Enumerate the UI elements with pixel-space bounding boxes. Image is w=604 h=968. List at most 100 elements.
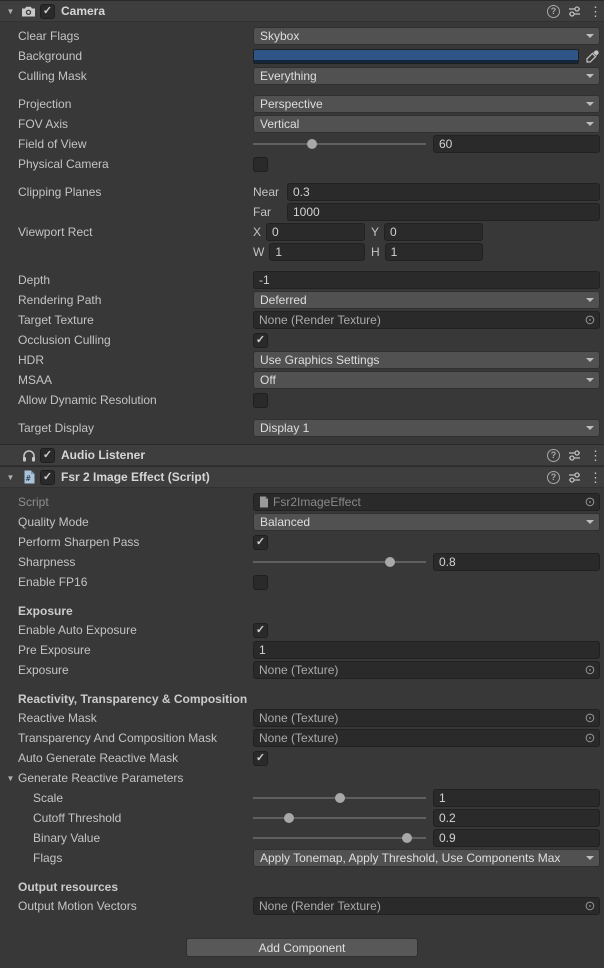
- help-icon[interactable]: ?: [547, 449, 560, 462]
- viewport-w-input[interactable]: [269, 243, 365, 261]
- flags-label: Flags: [0, 851, 253, 865]
- object-picker-icon[interactable]: ⊙: [581, 898, 599, 914]
- add-component-button[interactable]: Add Component: [186, 938, 418, 957]
- foldout-arrow-icon[interactable]: ▼: [4, 774, 17, 783]
- object-picker-icon[interactable]: ⊙: [581, 312, 599, 328]
- foldout-arrow-icon[interactable]: ▼: [4, 473, 17, 482]
- auto-generate-reactive-mask-label: Auto Generate Reactive Mask: [0, 751, 253, 765]
- object-picker-icon[interactable]: ⊙: [581, 662, 599, 678]
- cutoff-threshold-slider[interactable]: [253, 809, 426, 827]
- slider-thumb[interactable]: [385, 557, 395, 567]
- foldout-arrow-icon[interactable]: ▼: [4, 7, 17, 16]
- kebab-menu-icon[interactable]: ⋮: [589, 5, 598, 18]
- viewport-rect-label: Viewport Rect: [0, 225, 253, 239]
- perform-sharpen-pass-checkbox[interactable]: ✓: [253, 535, 268, 550]
- fsr2-enabled-checkbox[interactable]: ✓: [40, 470, 55, 485]
- headphones-icon: [20, 447, 37, 463]
- transparency-mask-field[interactable]: None (Texture) ⊙: [253, 729, 600, 747]
- field-of-view-input[interactable]: [433, 135, 600, 153]
- reactive-mask-field[interactable]: None (Texture) ⊙: [253, 709, 600, 727]
- clipping-far-input[interactable]: [287, 203, 600, 221]
- clipping-near-input[interactable]: [287, 183, 600, 201]
- spacer: [0, 86, 604, 94]
- slider-thumb[interactable]: [284, 813, 294, 823]
- target-texture-field[interactable]: None (Render Texture) ⊙: [253, 311, 600, 329]
- hdr-dropdown[interactable]: Use Graphics Settings: [253, 351, 600, 369]
- h-label: H: [371, 245, 380, 259]
- audio-listener-component-header[interactable]: ✓ Audio Listener ? ⋮: [0, 444, 604, 466]
- eyedropper-icon[interactable]: [584, 50, 600, 63]
- viewport-h-input[interactable]: [385, 243, 483, 261]
- presets-icon[interactable]: [568, 5, 581, 18]
- binary-value-slider[interactable]: [253, 829, 426, 847]
- msaa-label: MSAA: [0, 373, 253, 387]
- binary-value-row: Binary Value: [0, 828, 604, 848]
- camera-enabled-checkbox[interactable]: ✓: [40, 4, 55, 19]
- presets-icon[interactable]: [568, 449, 581, 462]
- sharpness-input[interactable]: [433, 553, 600, 571]
- enable-fp16-checkbox[interactable]: ✓: [253, 575, 268, 590]
- flags-row: Flags Apply Tonemap, Apply Threshold, Us…: [0, 848, 604, 868]
- fov-axis-dropdown[interactable]: Vertical: [253, 115, 600, 133]
- fsr2-title: Fsr 2 Image Effect (Script): [61, 470, 544, 484]
- cutoff-threshold-row: Cutoff Threshold: [0, 808, 604, 828]
- background-color-swatch[interactable]: [253, 49, 579, 64]
- clear-flags-dropdown[interactable]: Skybox: [253, 27, 600, 45]
- viewport-x-input[interactable]: [266, 223, 365, 241]
- clipping-far-row: Far: [0, 202, 604, 222]
- quality-mode-row: Quality Mode Balanced: [0, 512, 604, 532]
- occlusion-culling-checkbox[interactable]: ✓: [253, 333, 268, 348]
- rendering-path-dropdown[interactable]: Deferred: [253, 291, 600, 309]
- scale-slider[interactable]: [253, 789, 426, 807]
- quality-mode-dropdown[interactable]: Balanced: [253, 513, 600, 531]
- field-of-view-slider[interactable]: [253, 135, 426, 153]
- field-of-view-label: Field of View: [0, 137, 253, 151]
- field-of-view-row: Field of View: [0, 134, 604, 154]
- pre-exposure-row: Pre Exposure: [0, 640, 604, 660]
- exposure-label: Exposure: [0, 663, 253, 677]
- auto-generate-reactive-mask-checkbox[interactable]: ✓: [253, 751, 268, 766]
- cutoff-threshold-input[interactable]: [433, 809, 600, 827]
- camera-body: Clear Flags Skybox Background Culling Ma…: [0, 22, 604, 444]
- depth-input[interactable]: [253, 271, 600, 289]
- enable-auto-exposure-checkbox[interactable]: ✓: [253, 623, 268, 638]
- viewport-y-input[interactable]: [384, 223, 483, 241]
- slider-thumb[interactable]: [402, 833, 412, 843]
- help-icon[interactable]: ?: [547, 5, 560, 18]
- fsr2-component-header[interactable]: ▼ # ✓ Fsr 2 Image Effect (Script) ? ⋮: [0, 466, 604, 488]
- presets-icon[interactable]: [568, 471, 581, 484]
- target-display-dropdown[interactable]: Display 1: [253, 419, 600, 437]
- clear-flags-row: Clear Flags Skybox: [0, 26, 604, 46]
- pre-exposure-input[interactable]: [253, 641, 600, 659]
- flags-dropdown[interactable]: Apply Tonemap, Apply Threshold, Use Comp…: [253, 849, 600, 867]
- allow-dynamic-resolution-checkbox[interactable]: ✓: [253, 393, 268, 408]
- scale-input[interactable]: [433, 789, 600, 807]
- msaa-dropdown[interactable]: Off: [253, 371, 600, 389]
- audio-listener-enabled-checkbox[interactable]: ✓: [40, 448, 55, 463]
- sharpness-slider[interactable]: [253, 553, 426, 571]
- camera-component-header[interactable]: ▼ ✓ Camera ? ⋮: [0, 0, 604, 22]
- slider-thumb[interactable]: [307, 139, 317, 149]
- slider-thumb[interactable]: [335, 793, 345, 803]
- object-picker-icon[interactable]: ⊙: [581, 730, 599, 746]
- help-icon[interactable]: ?: [547, 471, 560, 484]
- projection-dropdown[interactable]: Perspective: [253, 95, 600, 113]
- object-picker-icon[interactable]: ⊙: [581, 710, 599, 726]
- output-motion-vectors-field[interactable]: None (Render Texture) ⊙: [253, 897, 600, 915]
- culling-mask-dropdown[interactable]: Everything: [253, 67, 600, 85]
- section-heading-reactivity: Reactivity, Transparency & Composition: [0, 690, 604, 708]
- fov-axis-label: FOV Axis: [0, 117, 253, 131]
- exposure-field[interactable]: None (Texture) ⊙: [253, 661, 600, 679]
- physical-camera-checkbox[interactable]: ✓: [253, 157, 268, 172]
- projection-label: Projection: [0, 97, 253, 111]
- kebab-menu-icon[interactable]: ⋮: [589, 449, 598, 462]
- object-picker-icon[interactable]: ⊙: [581, 494, 599, 510]
- generate-reactive-parameters-row[interactable]: ▼ Generate Reactive Parameters: [0, 768, 604, 788]
- clear-flags-label: Clear Flags: [0, 29, 253, 43]
- occlusion-culling-label: Occlusion Culling: [0, 333, 253, 347]
- slider-track: [253, 837, 426, 839]
- allow-dynamic-resolution-row: Allow Dynamic Resolution ✓: [0, 390, 604, 410]
- kebab-menu-icon[interactable]: ⋮: [589, 471, 598, 484]
- binary-value-input[interactable]: [433, 829, 600, 847]
- perform-sharpen-pass-label: Perform Sharpen Pass: [0, 535, 253, 549]
